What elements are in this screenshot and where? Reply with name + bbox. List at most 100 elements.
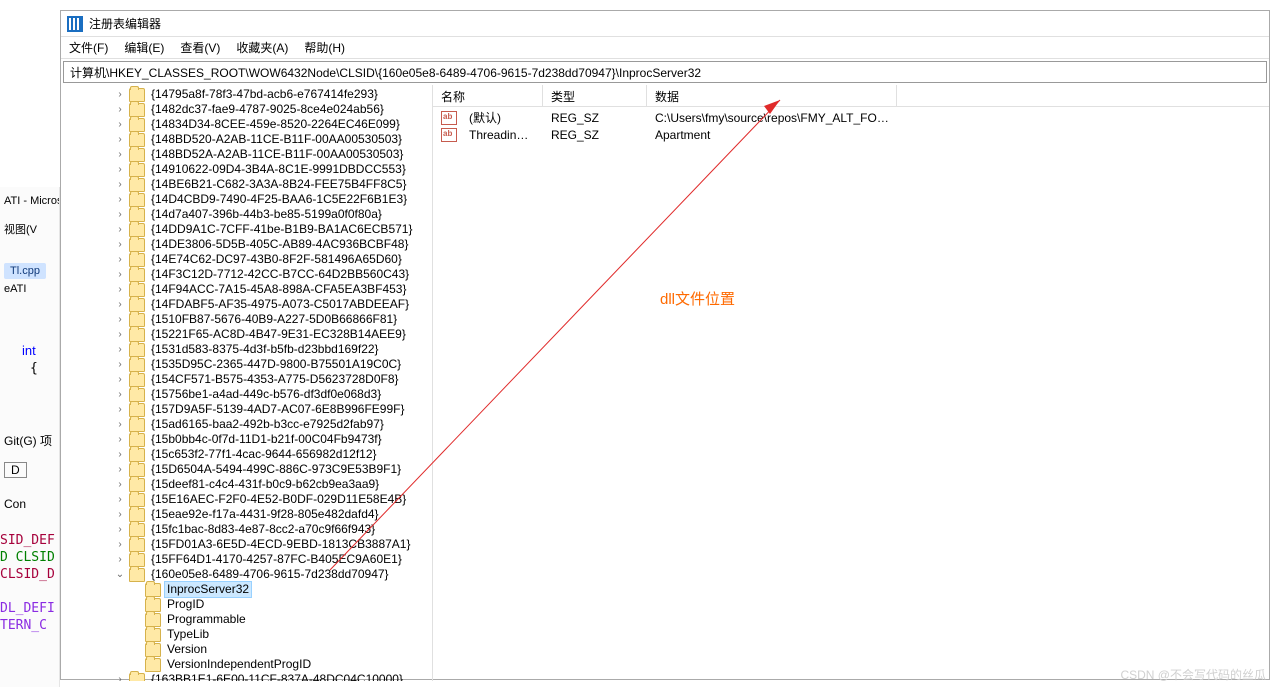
tree-item[interactable]: ›{15eae92e-f17a-4431-9f28-805e482dafd4}	[61, 507, 432, 522]
col-data[interactable]: 数据	[647, 85, 897, 106]
chevron-right-icon[interactable]: ›	[113, 193, 127, 207]
chevron-right-icon[interactable]: ›	[113, 448, 127, 462]
chevron-right-icon[interactable]: ›	[113, 283, 127, 297]
tree-item[interactable]: Programmable	[61, 612, 432, 627]
tree-item[interactable]: ›{15ad6165-baa2-492b-b3cc-e7925d2fab97}	[61, 417, 432, 432]
menu-file[interactable]: 文件(F)	[65, 37, 112, 58]
values-list[interactable]: 名称 类型 数据 (默认)REG_SZC:\Users\fmy\source\r…	[433, 85, 1269, 681]
chevron-right-icon[interactable]: ›	[113, 433, 127, 447]
chevron-right-icon[interactable]: ›	[113, 163, 127, 177]
tree-item[interactable]: ›{14DE3806-5D5B-405C-AB89-4AC936BCBF48}	[61, 237, 432, 252]
tree-item[interactable]: ›{15FF64D1-4170-4257-87FC-B405EC9A60E1}	[61, 552, 432, 567]
chevron-right-icon[interactable]: ›	[113, 358, 127, 372]
chevron-right-icon[interactable]: ›	[113, 313, 127, 327]
chevron-right-icon[interactable]: ›	[113, 238, 127, 252]
chevron-right-icon[interactable]: ›	[113, 328, 127, 342]
value-type: REG_SZ	[543, 111, 647, 125]
tree-item[interactable]: ›{1482dc37-fae9-4787-9025-8ce4e024ab56}	[61, 102, 432, 117]
tree-item[interactable]: ›{148BD52A-A2AB-11CE-B11F-00AA00530503}	[61, 147, 432, 162]
titlebar[interactable]: 注册表编辑器	[61, 11, 1269, 37]
folder-icon	[129, 418, 145, 432]
folder-icon	[129, 433, 145, 447]
chevron-right-icon[interactable]: ›	[113, 298, 127, 312]
value-row[interactable]: (默认)REG_SZC:\Users\fmy\source\repos\FMY_…	[433, 109, 1269, 126]
tree-item[interactable]: › {157D9A5F-5139-4AD7-AC07-6E8B996FE99F}	[61, 402, 432, 417]
chevron-right-icon[interactable]: ›	[113, 118, 127, 132]
tree-item[interactable]: ›{14F94ACC-7A15-45A8-898A-CFA5EA3BF453}	[61, 282, 432, 297]
value-row[interactable]: ThreadingModelREG_SZApartment	[433, 126, 1269, 143]
tree-item[interactable]: ›{14BE6B21-C682-3A3A-8B24-FEE75B4FF8C5}	[61, 177, 432, 192]
chevron-right-icon[interactable]: ›	[113, 133, 127, 147]
chevron-down-icon[interactable]: ⌄	[113, 568, 127, 582]
col-type[interactable]: 类型	[543, 85, 647, 106]
tree-item[interactable]: ›{14834D34-8CEE-459e-8520-2264EC46E099}	[61, 117, 432, 132]
tree-item[interactable]: ›{14D4CBD9-7490-4F25-BAA6-1C5E22F6B1E3}	[61, 192, 432, 207]
folder-icon	[129, 568, 145, 582]
tree-item[interactable]: ›{15b0bb4c-0f7d-11D1-b21f-00C04Fb9473f}	[61, 432, 432, 447]
chevron-right-icon[interactable]: ›	[113, 208, 127, 222]
chevron-right-icon[interactable]: ›	[113, 523, 127, 537]
tree-item[interactable]: Version	[61, 642, 432, 657]
chevron-right-icon[interactable]: ›	[113, 148, 127, 162]
tree-item[interactable]: ›{1535D95C-2365-447D-9800-B75501A19C0C}	[61, 357, 432, 372]
tree-item[interactable]: ›{15c653f2-77f1-4cac-9644-656982d12f12}	[61, 447, 432, 462]
chevron-right-icon[interactable]: ›	[113, 343, 127, 357]
chevron-right-icon[interactable]: ›	[113, 268, 127, 282]
chevron-right-icon[interactable]: ›	[113, 508, 127, 522]
tree-item[interactable]: › {14d7a407-396b-44b3-be85-5199a0f0f80a}	[61, 207, 432, 222]
tree-item[interactable]: ›{15deef81-c4c4-431f-b0c9-b62cb9ea3aa9}	[61, 477, 432, 492]
col-name[interactable]: 名称	[433, 85, 543, 106]
chevron-right-icon[interactable]: ›	[113, 178, 127, 192]
chevron-right-icon[interactable]: ›	[113, 223, 127, 237]
menu-edit[interactable]: 编辑(E)	[120, 37, 168, 58]
tree-label: {14F3C12D-7712-42CC-B7CC-64D2BB560C43}	[149, 267, 411, 282]
tree-item[interactable]: ›{15FD01A3-6E5D-4ECD-9EBD-1813CB3887A1}	[61, 537, 432, 552]
tree-item[interactable]: ›{154CF571-B575-4353-A775-D5623728D0F8}	[61, 372, 432, 387]
tree-label: {157D9A5F-5139-4AD7-AC07-6E8B996FE99F}	[149, 402, 407, 417]
tree-item[interactable]: ProgID	[61, 597, 432, 612]
chevron-right-icon[interactable]: ›	[113, 493, 127, 507]
menu-view[interactable]: 查看(V)	[176, 37, 224, 58]
chevron-right-icon[interactable]: ›	[113, 388, 127, 402]
chevron-right-icon[interactable]: ›	[113, 538, 127, 552]
chevron-right-icon[interactable]: ›	[113, 478, 127, 492]
expander-empty	[129, 628, 143, 642]
tree-item[interactable]: ⌄{160e05e8-6489-4706-9615-7d238dd70947}	[61, 567, 432, 582]
chevron-right-icon[interactable]: ›	[113, 673, 127, 682]
menu-help[interactable]: 帮助(H)	[300, 37, 349, 58]
chevron-right-icon[interactable]: ›	[113, 553, 127, 567]
tree-item[interactable]: ›{14DD9A1C-7CFF-41be-B1B9-BA1AC6ECB571}	[61, 222, 432, 237]
tree-item[interactable]: TypeLib	[61, 627, 432, 642]
tree-item[interactable]: ›{1531d583-8375-4d3f-b5fb-d23bbd169f22}	[61, 342, 432, 357]
folder-icon	[129, 313, 145, 327]
string-value-icon	[441, 111, 457, 125]
tree-item[interactable]: VersionIndependentProgID	[61, 657, 432, 672]
folder-icon	[129, 193, 145, 207]
tree-label: {14d7a407-396b-44b3-be85-5199a0f0f80a}	[149, 207, 384, 222]
chevron-right-icon[interactable]: ›	[113, 103, 127, 117]
tree-item[interactable]: ›{15756be1-a4ad-449c-b576-df3df0e068d3}	[61, 387, 432, 402]
tree-item[interactable]: ›{15D6504A-5494-499C-886C-973C9E53B9F1}	[61, 462, 432, 477]
tree-item[interactable]: ›{14910622-09D4-3B4A-8C1E-9991DBDCC553}	[61, 162, 432, 177]
addressbar[interactable]: 计算机\HKEY_CLASSES_ROOT\WOW6432Node\CLSID\…	[63, 61, 1267, 83]
chevron-right-icon[interactable]: ›	[113, 88, 127, 102]
registry-tree[interactable]: ›{14795a8f-78f3-47bd-acb6-e767414fe293}›…	[61, 85, 433, 681]
chevron-right-icon[interactable]: ›	[113, 463, 127, 477]
menu-favorites[interactable]: 收藏夹(A)	[232, 37, 292, 58]
tree-item[interactable]: ›{15E16AEC-F2F0-4E52-B0DF-029D11E58E4B}	[61, 492, 432, 507]
tree-item[interactable]: InprocServer32	[61, 582, 432, 597]
tree-item[interactable]: ›{14FDABF5-AF35-4975-A073-C5017ABDEEAF}	[61, 297, 432, 312]
tree-item[interactable]: ›{14795a8f-78f3-47bd-acb6-e767414fe293}	[61, 87, 432, 102]
tree-item[interactable]: ›{15fc1bac-8d83-4e87-8cc2-a70c9f66f943}	[61, 522, 432, 537]
tree-item[interactable]: ›{14E74C62-DC97-43B0-8F2F-581496A65D60}	[61, 252, 432, 267]
tree-item[interactable]: ›{148BD520-A2AB-11CE-B11F-00AA00530503}	[61, 132, 432, 147]
tree-item[interactable]: ›{163BB1E1-6E00-11CF-837A-48DC04C10000}	[61, 672, 432, 681]
chevron-right-icon[interactable]: ›	[113, 418, 127, 432]
chevron-right-icon[interactable]: ›	[113, 403, 127, 417]
chevron-right-icon[interactable]: ›	[113, 373, 127, 387]
tree-item[interactable]: ›{1510FB87-5676-40B9-A227-5D0B66866F81}	[61, 312, 432, 327]
chevron-right-icon[interactable]: ›	[113, 253, 127, 267]
tree-item[interactable]: ›{15221F65-AC8D-4B47-9E31-EC328B14AEE9}	[61, 327, 432, 342]
folder-icon	[129, 178, 145, 192]
tree-item[interactable]: › {14F3C12D-7712-42CC-B7CC-64D2BB560C43}	[61, 267, 432, 282]
